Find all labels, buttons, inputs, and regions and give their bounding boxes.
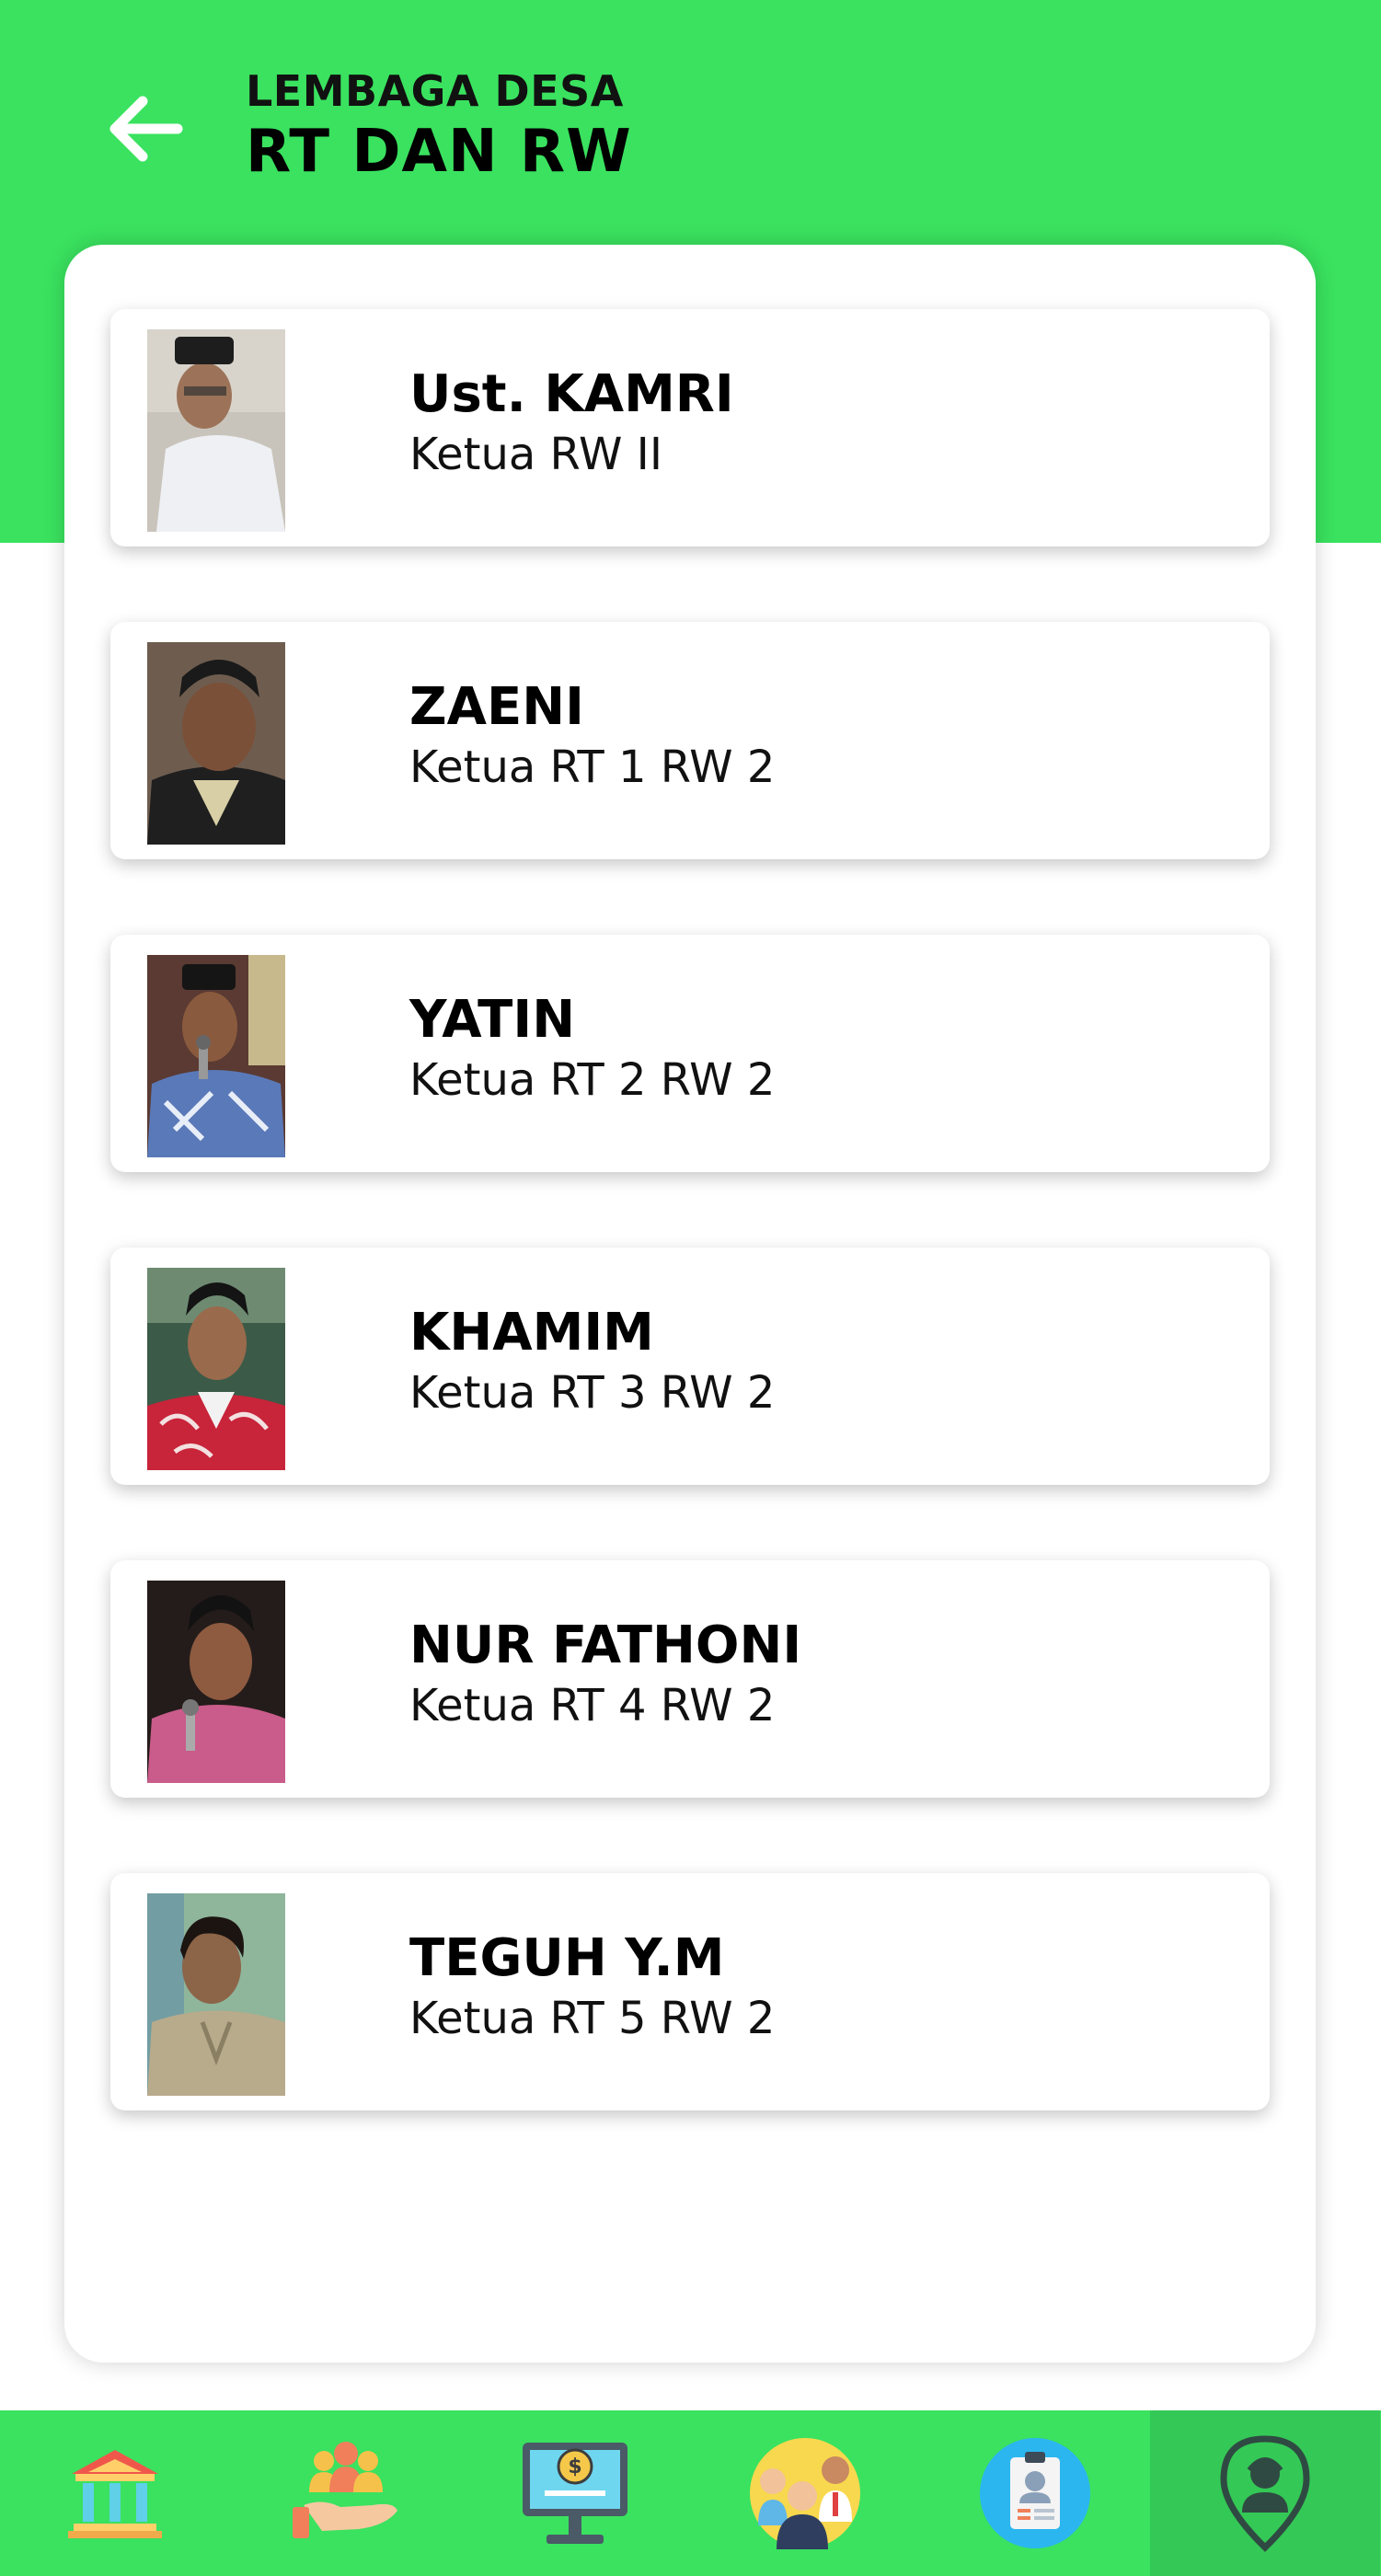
- profile-clipboard-icon: [980, 2438, 1090, 2548]
- nav-item-location[interactable]: [1150, 2410, 1380, 2576]
- member-role: Ketua RT 1 RW 2: [409, 742, 776, 793]
- member-photo: [147, 329, 285, 532]
- member-card[interactable]: NUR FATHONI Ketua RT 4 RW 2: [110, 1560, 1270, 1798]
- arrow-left-icon: [109, 96, 183, 162]
- member-photo: [147, 1581, 285, 1783]
- member-photo: [147, 955, 285, 1157]
- member-card[interactable]: TEGUH Y.M Ketua RT 5 RW 2: [110, 1873, 1270, 2110]
- nav-item-people[interactable]: [690, 2410, 920, 2576]
- nav-item-government[interactable]: [0, 2410, 230, 2576]
- member-photo: [147, 1893, 285, 2096]
- nav-item-profile[interactable]: [920, 2410, 1150, 2576]
- member-role: Ketua RT 4 RW 2: [409, 1680, 776, 1731]
- member-list-panel: Ust. KAMRI Ketua RW II ZAENI Ketua RT 1 …: [64, 245, 1316, 2363]
- member-role: Ketua RT 5 RW 2: [409, 1993, 776, 2044]
- location-person-icon: [1220, 2435, 1310, 2552]
- member-card[interactable]: ZAENI Ketua RT 1 RW 2: [110, 622, 1270, 859]
- member-name: KHAMIM: [409, 1303, 654, 1363]
- svg-text:$: $: [568, 2455, 581, 2478]
- government-building-icon: [68, 2450, 162, 2538]
- member-name: NUR FATHONI: [409, 1616, 802, 1675]
- member-role: Ketua RT 2 RW 2: [409, 1054, 776, 1106]
- member-name: ZAENI: [409, 677, 584, 737]
- member-name: YATIN: [409, 990, 576, 1050]
- member-photo: [147, 1268, 285, 1470]
- member-role: Ketua RW II: [409, 429, 662, 480]
- member-card[interactable]: YATIN Ketua RT 2 RW 2: [110, 935, 1270, 1172]
- page-title: RT DAN RW: [246, 118, 632, 186]
- member-role: Ketua RT 3 RW 2: [409, 1367, 776, 1419]
- bottom-navigation: $: [0, 2410, 1381, 2576]
- member-photo: [147, 642, 285, 845]
- member-card[interactable]: Ust. KAMRI Ketua RW II: [110, 309, 1270, 546]
- member-name: Ust. KAMRI: [409, 364, 734, 424]
- member-card[interactable]: KHAMIM Ketua RT 3 RW 2: [110, 1248, 1270, 1485]
- nav-item-finance[interactable]: $: [460, 2410, 690, 2576]
- people-group-icon: [750, 2438, 860, 2549]
- finance-monitor-icon: $: [523, 2443, 627, 2544]
- header-subtitle: LEMBAGA DESA: [246, 66, 624, 116]
- community-hand-icon: [293, 2442, 397, 2538]
- back-button[interactable]: [99, 87, 191, 170]
- member-name: TEGUH Y.M: [409, 1928, 725, 1988]
- nav-item-community[interactable]: [230, 2410, 460, 2576]
